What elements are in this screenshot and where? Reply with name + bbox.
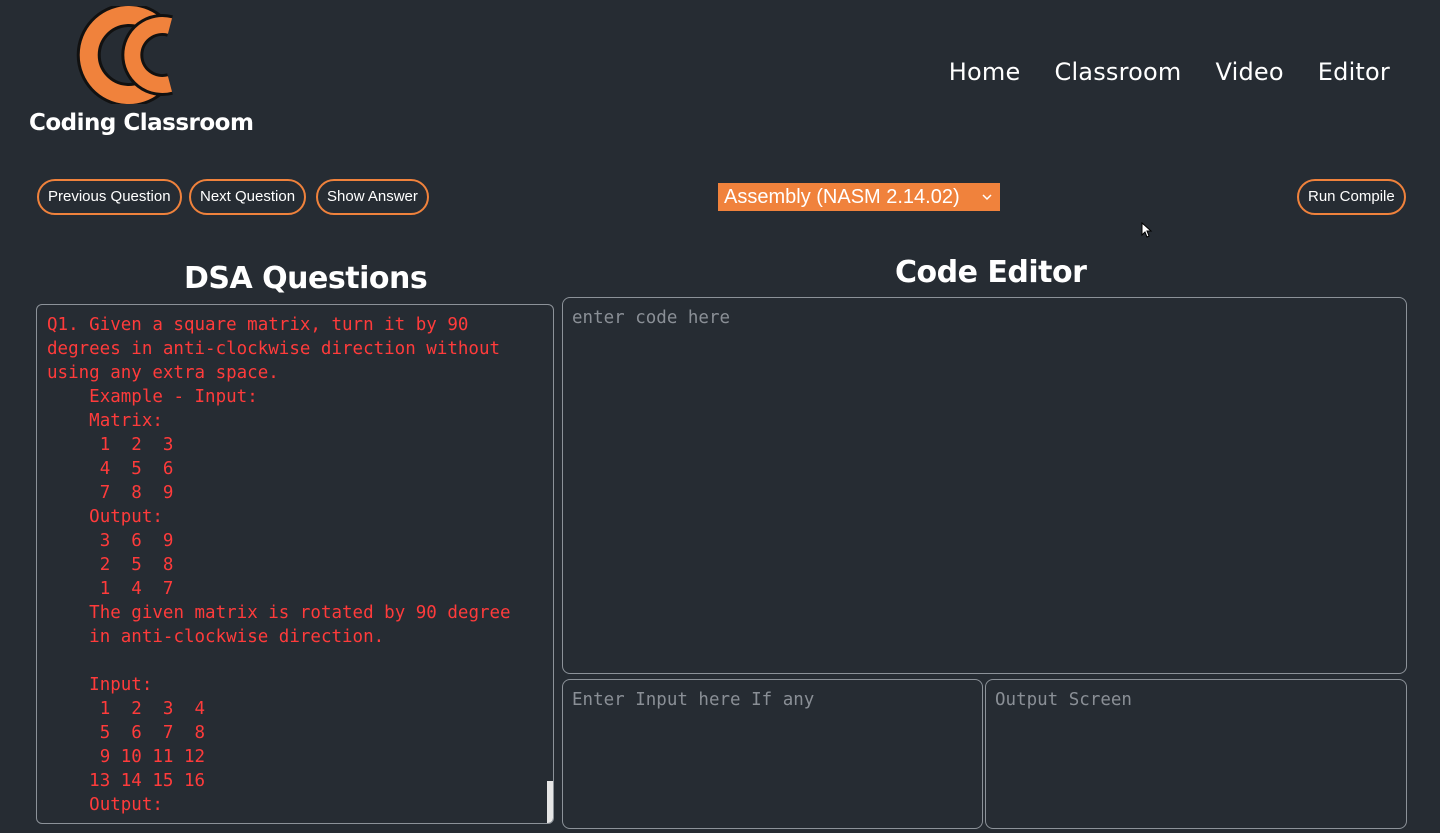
run-compile-button[interactable]: Run Compile bbox=[1297, 179, 1406, 215]
questions-panel[interactable]: Q1. Given a square matrix, turn it by 90… bbox=[36, 304, 554, 824]
nav-home[interactable]: Home bbox=[949, 58, 1021, 86]
output-screen[interactable] bbox=[986, 680, 1406, 828]
mouse-pointer-icon bbox=[1141, 222, 1153, 238]
code-editor-pane bbox=[562, 297, 1407, 674]
show-answer-button[interactable]: Show Answer bbox=[316, 179, 429, 215]
questions-title: DSA Questions bbox=[184, 261, 428, 296]
chevron-down-icon bbox=[982, 183, 992, 221]
brand-name: Coding Classroom bbox=[29, 110, 254, 136]
nav-classroom[interactable]: Classroom bbox=[1054, 58, 1181, 86]
scrollbar-track-upper bbox=[547, 305, 553, 781]
main-nav: Home Classroom Video Editor bbox=[949, 58, 1390, 86]
language-selected-value: Assembly (NASM 2.14.02) bbox=[724, 186, 960, 208]
nav-editor[interactable]: Editor bbox=[1318, 58, 1390, 86]
stdin-pane bbox=[562, 679, 983, 829]
code-editor-input[interactable] bbox=[563, 298, 1406, 673]
nav-video[interactable]: Video bbox=[1216, 58, 1284, 86]
previous-question-button[interactable]: Previous Question bbox=[37, 179, 182, 215]
stdin-input[interactable] bbox=[563, 680, 982, 828]
next-question-button[interactable]: Next Question bbox=[189, 179, 307, 215]
questions-scrollbar[interactable] bbox=[547, 305, 553, 823]
output-pane bbox=[985, 679, 1407, 829]
editor-title: Code Editor bbox=[895, 255, 1087, 290]
c-logo-icon[interactable] bbox=[72, 6, 174, 104]
language-select[interactable]: Assembly (NASM 2.14.02) bbox=[718, 183, 1000, 211]
question-text: Q1. Given a square matrix, turn it by 90… bbox=[47, 315, 511, 815]
